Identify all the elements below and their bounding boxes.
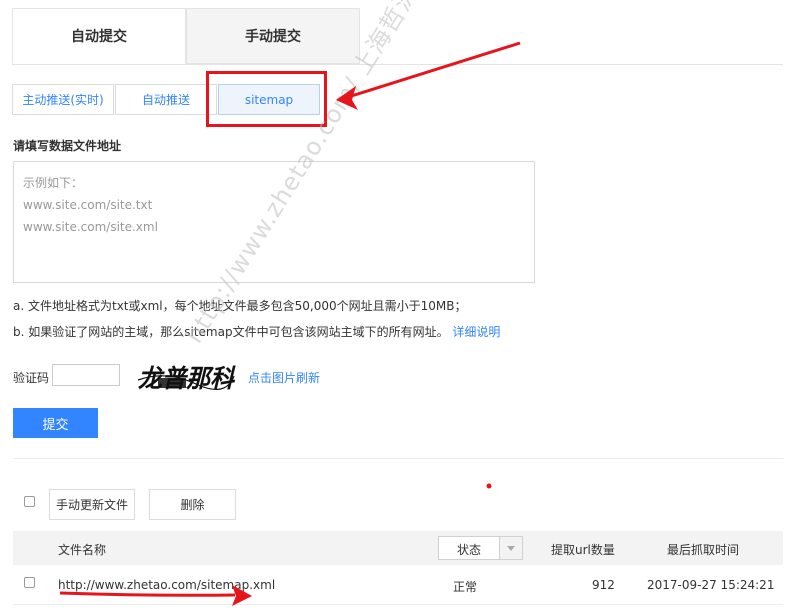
status-filter-arrow[interactable] — [499, 537, 522, 559]
details-link[interactable]: 详细说明 — [452, 325, 500, 339]
tab-auto-submit[interactable]: 自动提交 — [12, 8, 186, 64]
submit-button[interactable]: 提交 — [13, 408, 98, 438]
manual-update-button-label: 手动更新文件 — [55, 498, 128, 512]
row-status: 正常 — [453, 580, 478, 594]
subtab-realtime-push-label: 主动推送(实时) — [22, 93, 104, 107]
manual-update-button[interactable]: 手动更新文件 — [49, 489, 135, 520]
row-last-crawl: 2017-09-27 15:24:21 — [647, 578, 775, 592]
row-url-count: 912 — [592, 578, 615, 592]
status-filter-select[interactable]: 状态 — [438, 536, 523, 560]
header-url-count: 提取url数量 — [551, 543, 615, 557]
status-filter-label: 状态 — [457, 543, 482, 557]
delete-button[interactable]: 删除 — [149, 489, 236, 520]
table-row: http://www.zhetao.com/sitemap.xml 正常 912… — [13, 566, 783, 605]
delete-button-label: 删除 — [180, 498, 205, 512]
divider — [13, 458, 783, 459]
section-title: 请填写数据文件地址 — [13, 139, 122, 153]
row-checkbox[interactable] — [24, 577, 35, 588]
note-domain-text: b. 如果验证了网站的主域，那么sitemap文件中可包含该网站主域下的所有网址… — [13, 325, 449, 339]
note-format: a. 文件地址格式为txt或xml，每个地址文件最多包含50,000个网址且需小… — [13, 299, 467, 313]
subtab-realtime-push[interactable]: 主动推送(实时) — [12, 84, 114, 115]
select-all-checkbox[interactable] — [24, 496, 35, 507]
annotation-dot — [486, 483, 492, 489]
subtab-auto-push-label: 自动推送 — [141, 93, 190, 107]
captcha-image[interactable]: 龙普那科 — [136, 358, 236, 398]
row-file-name[interactable]: http://www.zhetao.com/sitemap.xml — [58, 578, 275, 592]
refresh-captcha-link[interactable]: 点击图片刷新 — [248, 369, 320, 386]
tab-manual-submit[interactable]: 手动提交 — [186, 8, 360, 64]
captcha-input[interactable] — [52, 364, 120, 386]
subtab-auto-push[interactable]: 自动推送 — [115, 84, 217, 115]
captcha-label: 验证码 — [13, 371, 50, 385]
tab-manual-submit-label: 手动提交 — [245, 29, 301, 45]
tab-auto-submit-label: 自动提交 — [71, 29, 127, 45]
table-header: 文件名称 提取url数量 最后抓取时间 — [13, 531, 783, 565]
note-domain: b. 如果验证了网站的主域，那么sitemap文件中可包含该网站主域下的所有网址… — [13, 323, 500, 340]
header-last-crawl: 最后抓取时间 — [667, 543, 740, 557]
caret-down-icon — [507, 546, 515, 551]
header-file-name: 文件名称 — [58, 543, 107, 557]
